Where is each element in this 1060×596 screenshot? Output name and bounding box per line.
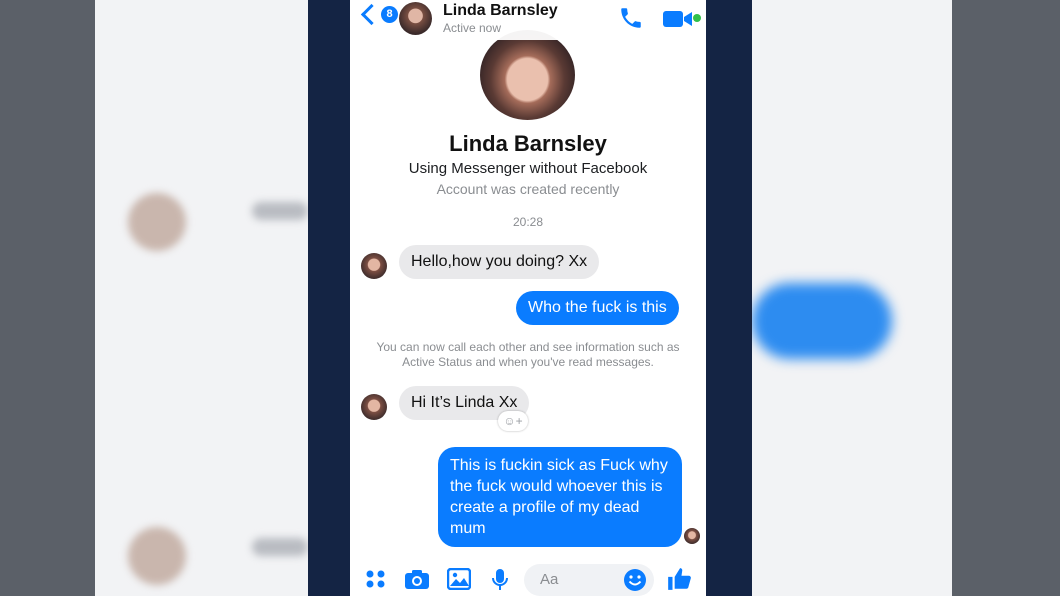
seen-indicator-avatar [684,528,700,544]
composer-bar [350,560,706,596]
blurred-bubble [752,283,892,359]
blurred-text [252,202,308,220]
camera-icon[interactable] [404,568,430,595]
background-left-panel [95,0,308,596]
profile-name: Linda Barnsley [449,131,607,156]
active-status: Active now [443,21,502,35]
microphone-icon[interactable] [491,568,509,596]
emoji-plus-icon: ☺+ [503,414,523,428]
online-indicator [693,14,701,22]
chevron-left-icon [360,3,383,26]
blurred-avatar [128,527,186,585]
account-note: Account was created recently [436,181,620,197]
conversation-header: 8 Linda Barnsley Active now [350,0,706,40]
sender-avatar [361,394,387,420]
phone-icon[interactable] [618,5,644,36]
contact-name[interactable]: Linda Barnsley [443,2,558,20]
apps-icon[interactable] [365,568,387,595]
message-input-box[interactable] [524,564,654,596]
profile-subtitle: Using Messenger without Facebook [408,160,648,177]
outgoing-message[interactable]: This is fuckin sick as Fuck why the fuck… [438,447,682,547]
thumbs-up-icon[interactable] [666,566,692,596]
gallery-icon[interactable] [446,567,472,595]
back-button[interactable]: 8 [360,3,398,26]
system-note: You can now call each other and see info… [376,340,680,369]
emoji-icon[interactable] [623,568,647,596]
sender-avatar [361,253,387,279]
unread-badge: 8 [381,6,398,23]
message-input[interactable] [538,570,632,589]
avatar[interactable] [399,2,432,35]
message-timestamp: 20:28 [512,215,544,229]
incoming-message[interactable]: Hello,how you doing? Xx [399,245,600,279]
outgoing-message[interactable]: Who the fuck is this [516,291,679,325]
blurred-text [252,538,308,556]
video-call-icon[interactable] [663,9,693,34]
messenger-screen: 8 Linda Barnsley Active now Linda Barnsl… [350,0,706,596]
profile-avatar[interactable] [480,30,575,120]
add-reaction-button[interactable]: ☺+ [498,411,528,431]
blurred-avatar [128,193,186,251]
